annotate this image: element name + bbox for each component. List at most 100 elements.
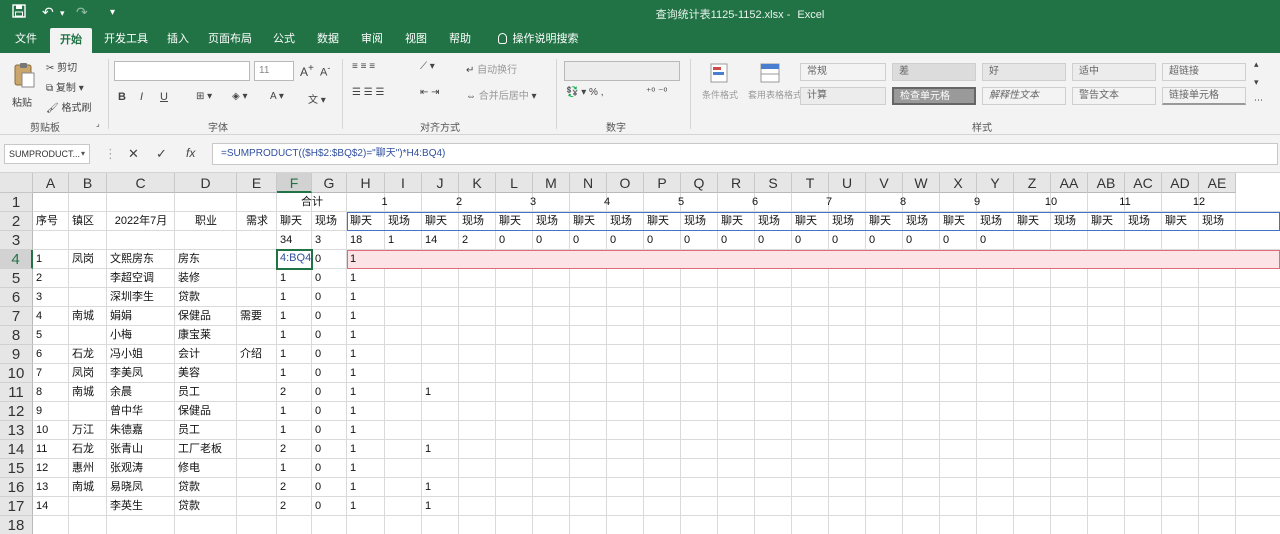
- column-header-S[interactable]: S: [755, 173, 792, 193]
- cell-B4[interactable]: 凤岗: [69, 250, 107, 269]
- cell-F16[interactable]: 2: [277, 478, 312, 497]
- cell-G12[interactable]: 0: [312, 402, 347, 421]
- column-header-C[interactable]: C: [107, 173, 175, 193]
- cell-header-H[interactable]: 聊天: [347, 212, 385, 231]
- cell-D4[interactable]: 房东: [175, 250, 237, 269]
- cell-C8[interactable]: 小梅: [107, 326, 175, 345]
- cell-header-AB[interactable]: 聊天: [1088, 212, 1125, 231]
- cell-C16[interactable]: 易晓凤: [107, 478, 175, 497]
- cell-group-7[interactable]: 7: [792, 193, 866, 212]
- cell-A14[interactable]: 11: [33, 440, 69, 459]
- cell-G3[interactable]: 3: [312, 231, 347, 250]
- decimal-icon[interactable]: ⁺⁰ ⁻⁰: [646, 87, 667, 98]
- cell-group-9[interactable]: 9: [940, 193, 1014, 212]
- cell-group-2[interactable]: 2: [422, 193, 496, 212]
- cell-Q3[interactable]: 0: [681, 231, 718, 250]
- cell-header-U[interactable]: 现场: [829, 212, 866, 231]
- cell-header-N[interactable]: 聊天: [570, 212, 607, 231]
- wrap-text-button[interactable]: ↵ 自动换行: [466, 61, 517, 76]
- number-format-select[interactable]: [564, 61, 680, 81]
- phonetic-icon[interactable]: 文 ▾: [308, 91, 326, 106]
- cell-J14[interactable]: 1: [422, 440, 459, 459]
- row-header-6[interactable]: 6: [0, 288, 33, 307]
- cell-header-R[interactable]: 聊天: [718, 212, 755, 231]
- style-normal[interactable]: 常规: [800, 63, 886, 81]
- cell-F15[interactable]: 1: [277, 459, 312, 478]
- cell-header-AE[interactable]: 现场: [1199, 212, 1236, 231]
- cell-total-label[interactable]: 合计: [277, 193, 347, 212]
- cell-H12[interactable]: 1: [347, 402, 385, 421]
- style-linked-cell[interactable]: 链接单元格: [1162, 87, 1246, 105]
- row-header-13[interactable]: 13: [0, 421, 33, 440]
- cell-H17[interactable]: 1: [347, 497, 385, 516]
- align-left-icon[interactable]: ☰ ☰ ☰: [352, 87, 384, 98]
- cell-header-Q[interactable]: 现场: [681, 212, 718, 231]
- cell-A13[interactable]: 10: [33, 421, 69, 440]
- cell-header-A[interactable]: 序号: [33, 212, 69, 231]
- cell-header-X[interactable]: 聊天: [940, 212, 977, 231]
- column-header-E[interactable]: E: [237, 173, 277, 193]
- tab-insert[interactable]: 插入: [160, 26, 196, 53]
- column-header-AA[interactable]: AA: [1051, 173, 1088, 193]
- cell-A5[interactable]: 2: [33, 269, 69, 288]
- cell-B9[interactable]: 石龙: [69, 345, 107, 364]
- italic-button[interactable]: I: [140, 91, 143, 103]
- cell-L3[interactable]: 0: [496, 231, 533, 250]
- style-neutral[interactable]: 适中: [1072, 63, 1156, 81]
- column-header-A[interactable]: A: [33, 173, 69, 193]
- cell-D14[interactable]: 工厂老板: [175, 440, 237, 459]
- cell-H11[interactable]: 1: [347, 383, 385, 402]
- styles-more-icon[interactable]: ⋯: [1254, 95, 1263, 106]
- column-header-AE[interactable]: AE: [1199, 173, 1236, 193]
- cell-H5[interactable]: 1: [347, 269, 385, 288]
- conditional-format-button[interactable]: 条件格式: [700, 61, 740, 101]
- cell-H6[interactable]: 1: [347, 288, 385, 307]
- row-header-10[interactable]: 10: [0, 364, 33, 383]
- cell-A16[interactable]: 13: [33, 478, 69, 497]
- cell-C5[interactable]: 李超空调: [107, 269, 175, 288]
- cell-G10[interactable]: 0: [312, 364, 347, 383]
- cell-H8[interactable]: 1: [347, 326, 385, 345]
- paste-button[interactable]: 粘贴: [12, 61, 36, 109]
- cell-D7[interactable]: 保健品: [175, 307, 237, 326]
- cell-F5[interactable]: 1: [277, 269, 312, 288]
- cell-header-AA[interactable]: 现场: [1051, 212, 1088, 231]
- row-header-18[interactable]: 18: [0, 516, 33, 534]
- tab-view[interactable]: 视图: [396, 26, 436, 53]
- tell-me-search[interactable]: 操作说明搜索: [488, 26, 588, 53]
- column-header-AC[interactable]: AC: [1125, 173, 1162, 193]
- cell-header-V[interactable]: 聊天: [866, 212, 903, 231]
- column-header-G[interactable]: G: [312, 173, 347, 193]
- active-cell-F4[interactable]: 4:BQ4: [276, 249, 313, 270]
- cell-H16[interactable]: 1: [347, 478, 385, 497]
- font-color-icon[interactable]: A ▾: [270, 91, 284, 102]
- column-header-T[interactable]: T: [792, 173, 829, 193]
- tab-page-layout[interactable]: 页面布局: [202, 26, 258, 53]
- cell-D17[interactable]: 贷款: [175, 497, 237, 516]
- cell-G17[interactable]: 0: [312, 497, 347, 516]
- cell-G7[interactable]: 0: [312, 307, 347, 326]
- cell-F7[interactable]: 1: [277, 307, 312, 326]
- cell-C12[interactable]: 曾中华: [107, 402, 175, 421]
- tab-home[interactable]: 开始: [50, 28, 92, 53]
- enter-icon[interactable]: ✓: [156, 146, 167, 162]
- currency-icon[interactable]: 💱 ▾ % ,: [566, 87, 603, 98]
- select-all-corner[interactable]: [0, 173, 33, 193]
- copy-button[interactable]: ⧉ 复制 ▾: [46, 79, 84, 94]
- format-painter-button[interactable]: 🖌 格式刷: [46, 99, 91, 114]
- row-header-15[interactable]: 15: [0, 459, 33, 478]
- cell-F14[interactable]: 2: [277, 440, 312, 459]
- cell-F8[interactable]: 1: [277, 326, 312, 345]
- cell-header-G[interactable]: 现场: [312, 212, 347, 231]
- cell-F13[interactable]: 1: [277, 421, 312, 440]
- name-box[interactable]: SUMPRODUCT... ▾: [4, 144, 90, 164]
- cell-J11[interactable]: 1: [422, 383, 459, 402]
- cell-N3[interactable]: 0: [570, 231, 607, 250]
- row-header-16[interactable]: 16: [0, 478, 33, 497]
- cell-header-L[interactable]: 聊天: [496, 212, 533, 231]
- cell-H7[interactable]: 1: [347, 307, 385, 326]
- column-header-O[interactable]: O: [607, 173, 644, 193]
- column-header-P[interactable]: P: [644, 173, 681, 193]
- cell-A15[interactable]: 12: [33, 459, 69, 478]
- column-header-B[interactable]: B: [69, 173, 107, 193]
